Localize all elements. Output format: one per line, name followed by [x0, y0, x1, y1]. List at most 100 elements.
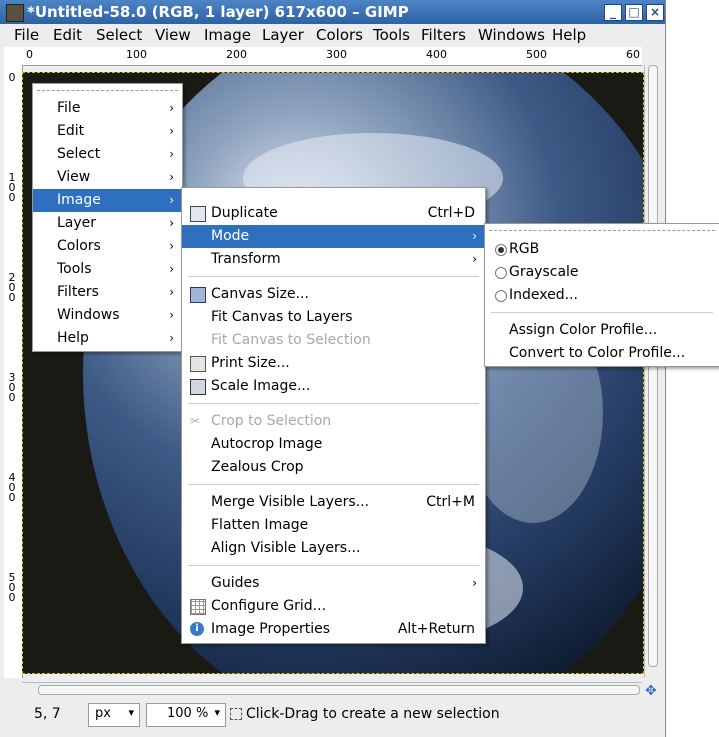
menu-item-print-size[interactable]: Print Size...	[182, 352, 485, 375]
menu-item-mode[interactable]: Mode ›	[182, 225, 485, 248]
menu-item-image-properties[interactable]: i Image Properties Alt+Return	[182, 618, 485, 641]
menu-item-merge-visible[interactable]: Merge Visible Layers... Ctrl+M	[182, 491, 485, 514]
menu-item-transform[interactable]: Transform ›	[182, 248, 485, 271]
menubar-help[interactable]: Help	[552, 26, 586, 44]
chevron-right-icon: ›	[169, 216, 174, 230]
menu-item-grayscale[interactable]: Grayscale	[485, 261, 719, 284]
menubar-file[interactable]: File	[14, 26, 39, 44]
chevron-right-icon: ›	[169, 308, 174, 322]
duplicate-icon	[190, 206, 206, 222]
menubar: File Edit Select View Image Layer Colors…	[0, 24, 665, 46]
menu-item-scale-image[interactable]: Scale Image...	[182, 375, 485, 398]
menu-item-align-visible[interactable]: Align Visible Layers...	[182, 537, 485, 560]
close-button[interactable]: ×	[646, 4, 664, 21]
menu-item-file[interactable]: File ›	[33, 97, 182, 120]
menu-item-flatten[interactable]: Flatten Image	[182, 514, 485, 537]
menu-item-fit-canvas-layers[interactable]: Fit Canvas to Layers	[182, 306, 485, 329]
chevron-right-icon: ›	[472, 252, 477, 266]
gimp-app-icon[interactable]	[6, 4, 24, 22]
menubar-tools[interactable]: Tools	[373, 26, 410, 44]
menu-label: Assign Color Profile...	[509, 322, 658, 338]
navigate-icon[interactable]: ✥	[645, 683, 657, 699]
menubar-image[interactable]: Image	[204, 26, 251, 44]
minimize-button[interactable]: _	[604, 4, 622, 21]
menu-item-layer[interactable]: Layer ›	[33, 212, 182, 235]
chevron-right-icon: ›	[472, 576, 477, 590]
menu-label: Select	[57, 146, 101, 162]
horizontal-scrollbar[interactable]	[22, 682, 642, 697]
menubar-colors[interactable]: Colors	[316, 26, 363, 44]
menu-item-zealous-crop[interactable]: Zealous Crop	[182, 456, 485, 479]
menu-item-autocrop[interactable]: Autocrop Image	[182, 433, 485, 456]
menu-item-assign-profile[interactable]: Assign Color Profile...	[485, 319, 719, 342]
menu-label: Convert to Color Profile...	[509, 345, 686, 361]
menu-label: Flatten Image	[211, 517, 309, 533]
menu-item-view[interactable]: View ›	[33, 166, 182, 189]
menu-item-convert-profile[interactable]: Convert to Color Profile...	[485, 342, 719, 365]
unit-select[interactable]: px ▾	[88, 703, 140, 727]
menu-label: Configure Grid...	[211, 598, 327, 614]
tearoff-line[interactable]	[37, 90, 178, 91]
menu-item-canvas-size[interactable]: Canvas Size...	[182, 283, 485, 306]
menubar-select[interactable]: Select	[96, 26, 142, 44]
chevron-down-icon: ▾	[214, 706, 220, 719]
ruler-tick: 300	[326, 48, 347, 61]
menu-item-colors[interactable]: Colors ›	[33, 235, 182, 258]
chevron-down-icon: ▾	[128, 706, 134, 719]
menu-separator	[491, 312, 713, 313]
maximize-button[interactable]: □	[625, 4, 643, 21]
image-submenu: Duplicate Ctrl+D Mode › Transform › Canv…	[181, 187, 486, 644]
zoom-select[interactable]: 100 % ▾	[146, 703, 226, 727]
pointer-coordinates: 5, 7	[34, 706, 61, 722]
menubar-edit[interactable]: Edit	[53, 26, 82, 44]
menubar-layer[interactable]: Layer	[262, 26, 304, 44]
chevron-right-icon: ›	[169, 239, 174, 253]
main-popup-menu: File › Edit › Select › View › Image › Layer › …	[32, 83, 183, 352]
menubar-windows[interactable]: Windows	[478, 26, 545, 44]
menu-item-duplicate[interactable]: Duplicate Ctrl+D	[182, 202, 485, 225]
vertical-scrollbar[interactable]	[644, 65, 659, 678]
vertical-ruler[interactable]: 0 1 0 0 2 0 0 3 0 0 4 0 0 5 0 0	[4, 65, 23, 678]
menubar-filters[interactable]: Filters	[421, 26, 466, 44]
menu-accelerator: Ctrl+D	[427, 205, 475, 221]
menu-item-select[interactable]: Select ›	[33, 143, 182, 166]
chevron-right-icon: ›	[169, 101, 174, 115]
ruler-corner[interactable]	[4, 47, 23, 66]
status-bar: 5, 7 px ▾ 100 % ▾ Click-Drag to create a…	[0, 700, 665, 730]
menu-item-crop-to-selection: ✂ Crop to Selection	[182, 410, 485, 433]
menu-item-guides[interactable]: Guides ›	[182, 572, 485, 595]
ruler-tick: 200	[226, 48, 247, 61]
mode-submenu: RGB Grayscale Indexed... Assign Color Pr…	[484, 223, 719, 367]
menu-item-image[interactable]: Image ›	[33, 189, 182, 212]
info-icon: i	[190, 622, 204, 636]
horizontal-ruler[interactable]: 0 100 200 300 400 500 60	[22, 47, 642, 66]
menu-label: Windows	[57, 307, 120, 323]
menubar-view[interactable]: View	[155, 26, 191, 44]
menu-label: Image	[57, 192, 101, 208]
ruler-tick: 4 0 0	[8, 471, 16, 504]
menu-item-windows[interactable]: Windows ›	[33, 304, 182, 327]
radio-selected-icon	[495, 244, 507, 256]
menu-label: Image Properties	[211, 621, 331, 637]
menu-item-edit[interactable]: Edit ›	[33, 120, 182, 143]
menu-separator	[188, 565, 479, 566]
menu-item-tools[interactable]: Tools ›	[33, 258, 182, 281]
menu-label: Scale Image...	[211, 378, 311, 394]
menu-label: Duplicate	[211, 205, 278, 221]
title-bar[interactable]: *Untitled-58.0 (RGB, 1 layer) 617x600 – …	[0, 0, 665, 24]
ruler-tick: 400	[426, 48, 447, 61]
ruler-tick: 100	[126, 48, 147, 61]
menu-item-indexed[interactable]: Indexed...	[485, 284, 719, 307]
menu-label: RGB	[509, 241, 540, 257]
ruler-tick: 3 0 0	[8, 371, 16, 404]
menu-label: Fit Canvas to Layers	[211, 309, 353, 325]
menu-item-configure-grid[interactable]: Configure Grid...	[182, 595, 485, 618]
menu-label: Colors	[57, 238, 101, 254]
menu-item-rgb[interactable]: RGB	[485, 238, 719, 261]
ruler-tick: 2 0 0	[8, 271, 16, 304]
ruler-tick: 1 0 0	[8, 171, 16, 204]
chevron-right-icon: ›	[472, 229, 477, 243]
tearoff-line[interactable]	[489, 230, 715, 231]
menu-item-help[interactable]: Help ›	[33, 327, 182, 350]
menu-item-filters[interactable]: Filters ›	[33, 281, 182, 304]
